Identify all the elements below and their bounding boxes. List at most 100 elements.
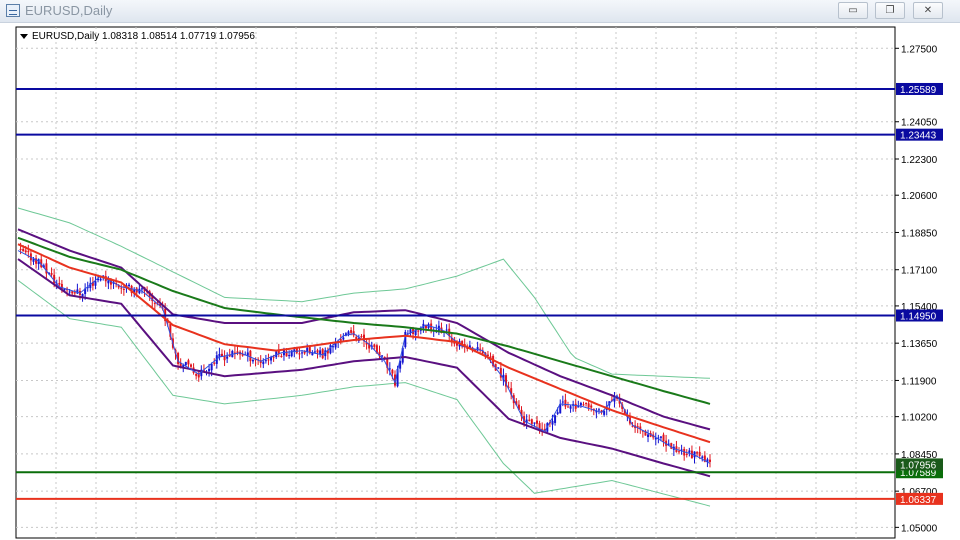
candle-body [264,360,267,362]
candle-body [195,373,198,376]
window-titlebar: EURUSD,Daily ▭ ❐ ✕ [0,0,960,23]
candle-body [190,364,192,367]
candle-body [226,356,229,359]
candle-body [659,436,662,438]
candle-body [696,452,699,454]
y-tick-label: 1.27500 [901,44,938,55]
candle-body [590,405,593,408]
candle-body [153,302,156,304]
candle-body [579,402,582,406]
candle-body [587,403,590,408]
candle-body [342,337,345,340]
candle-body [99,278,102,281]
level-label: 1.14950 [900,312,937,323]
candle-body [561,401,564,403]
candle-body [249,350,252,362]
candle-body [94,281,97,286]
candle-body [355,336,358,339]
candle-body [120,287,123,289]
candle-body [71,291,74,294]
candle-body [288,355,291,357]
candle-body [187,360,190,365]
candle-body [533,422,536,424]
y-tick-label: 1.05000 [901,523,938,534]
candle-body [497,367,500,369]
candle-body [569,406,572,409]
candle-body [73,292,76,294]
candle-body [574,403,577,409]
y-tick-label: 1.20600 [901,191,938,202]
candle-body [688,450,691,453]
y-tick-label: 1.13650 [901,339,938,350]
level-label: 1.06337 [900,495,937,506]
candle-body [301,352,304,354]
candle-body [58,282,61,285]
candle-body [280,356,283,358]
candle-body [208,368,211,372]
candle-body [251,360,254,362]
candle-body [582,404,585,406]
candle-body [22,248,25,252]
level-label: 1.23443 [900,131,937,142]
close-button[interactable]: ✕ [913,2,943,19]
restore-button[interactable]: ❐ [875,2,905,19]
candle-body [272,356,275,358]
y-tick-label: 1.17100 [901,266,938,277]
candle-body [316,350,319,353]
candle-body [417,330,420,332]
candle-body [381,355,384,357]
candle-body [647,434,650,438]
candle-body [213,362,216,364]
candle-body [360,336,363,338]
candle-body [698,451,701,456]
candle-body [685,453,688,455]
candle-body [128,284,131,287]
candle-body [313,351,316,353]
candle-body [603,411,606,415]
candle-body [424,325,427,329]
candle-body [564,399,567,407]
candle-body [140,288,143,290]
chart-canvas[interactable]: 1.27500 1.24050 1.22300 1.20600 1.18850 1.171… [0,23,960,540]
candle-body [68,291,71,293]
y-tick-label: 1.22300 [901,155,938,166]
candle-body [528,419,531,421]
level-label: 1.25589 [900,85,937,96]
window-title: EURUSD,Daily [25,3,113,18]
candle-body [24,250,27,253]
candle-body [556,412,559,414]
candle-body [50,273,53,275]
candle-body [350,330,353,333]
candle-body [530,419,533,424]
candle-body [701,456,704,458]
candle-body [566,406,569,408]
candle-body [662,434,665,442]
minimize-button[interactable]: ▭ [838,2,868,19]
y-tick-label: 1.24050 [901,118,938,129]
candle-body [210,364,213,371]
candle-body [298,353,301,355]
candle-body [536,420,538,424]
candle-body [709,459,711,462]
symbol-ohlc-header: EURUSD,Daily 1.08318 1.08514 1.07719 1.0… [32,31,255,42]
candle-body [262,361,265,365]
y-tick-label: 1.18850 [901,228,938,239]
candle-body [585,403,588,405]
y-tick-label: 1.10200 [901,413,938,424]
candle-body [554,415,557,423]
candle-body [373,344,376,347]
candle-body [388,368,391,370]
candle-body [445,329,448,331]
candle-body [19,248,22,250]
candle-body [551,420,554,425]
symbol-dropdown-icon[interactable] [20,34,28,39]
y-tick-label: 1.11900 [901,376,937,387]
candle-body [597,409,600,411]
candle-body [267,359,270,361]
candle-body [678,451,681,453]
candle-body [27,251,30,253]
candle-body [391,369,394,374]
price-chart[interactable]: 1.27500 1.24050 1.22300 1.20600 1.18850 1.171… [0,23,960,540]
candle-body [184,362,187,366]
current-price-label: 1.07956 [900,460,937,471]
